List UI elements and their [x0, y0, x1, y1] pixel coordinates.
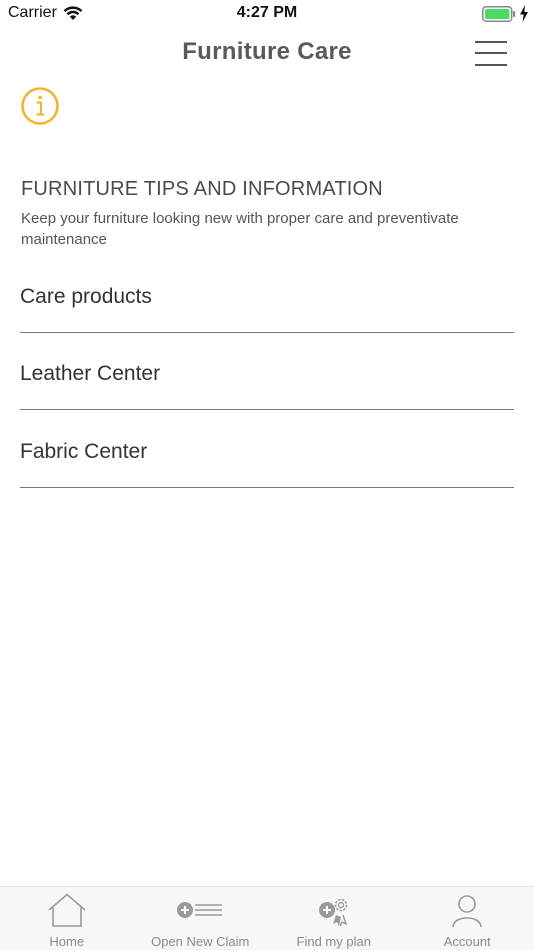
list-item-label: Fabric Center [20, 439, 148, 463]
page-title: Furniture Care [182, 38, 352, 65]
find-plan-icon [318, 898, 348, 927]
info-icon[interactable] [20, 86, 60, 126]
battery-icon [482, 6, 516, 22]
list-item-label: Leather Center [20, 362, 161, 385]
list-item-label: Care products [20, 284, 152, 308]
list-item-fabric-center[interactable]: Fabric Center [20, 410, 514, 488]
tab-account[interactable]: Account [401, 887, 534, 950]
charging-bolt-icon [520, 5, 528, 22]
tab-find-my-plan[interactable]: Find my plan [267, 887, 401, 950]
tab-label: Open New Claim [151, 934, 250, 949]
hamburger-menu-line [475, 64, 507, 66]
hamburger-menu-icon [475, 41, 507, 43]
tab-open-new-claim[interactable]: Open New Claim [134, 887, 268, 950]
care-list: Care products Leather Center Fabric Cent… [20, 255, 514, 488]
tab-home[interactable]: Home [0, 887, 134, 950]
home-icon [48, 893, 86, 927]
tab-bar: Home Open New Claim Find my plan Account [0, 886, 534, 950]
tab-label: Home [49, 934, 85, 949]
tab-label: Find my plan [296, 934, 371, 949]
new-claim-icon [177, 902, 223, 918]
hamburger-menu-line [475, 52, 507, 54]
header-bar: Furniture Care [0, 28, 534, 80]
tips-description: Keep your furniture looking new with pro… [21, 210, 459, 248]
tab-label: Account [443, 934, 491, 949]
list-item-care-products[interactable]: Care products [20, 255, 514, 333]
status-bar: Carrier 4:27 PM [0, 0, 534, 28]
account-icon [452, 895, 483, 928]
list-item-leather-center[interactable]: Leather Center [20, 333, 514, 410]
hamburger-menu-button[interactable] [472, 38, 508, 68]
tips-heading: FURNITURE TIPS AND INFORMATION [21, 178, 383, 200]
status-time: 4:27 PM [236, 4, 298, 21]
